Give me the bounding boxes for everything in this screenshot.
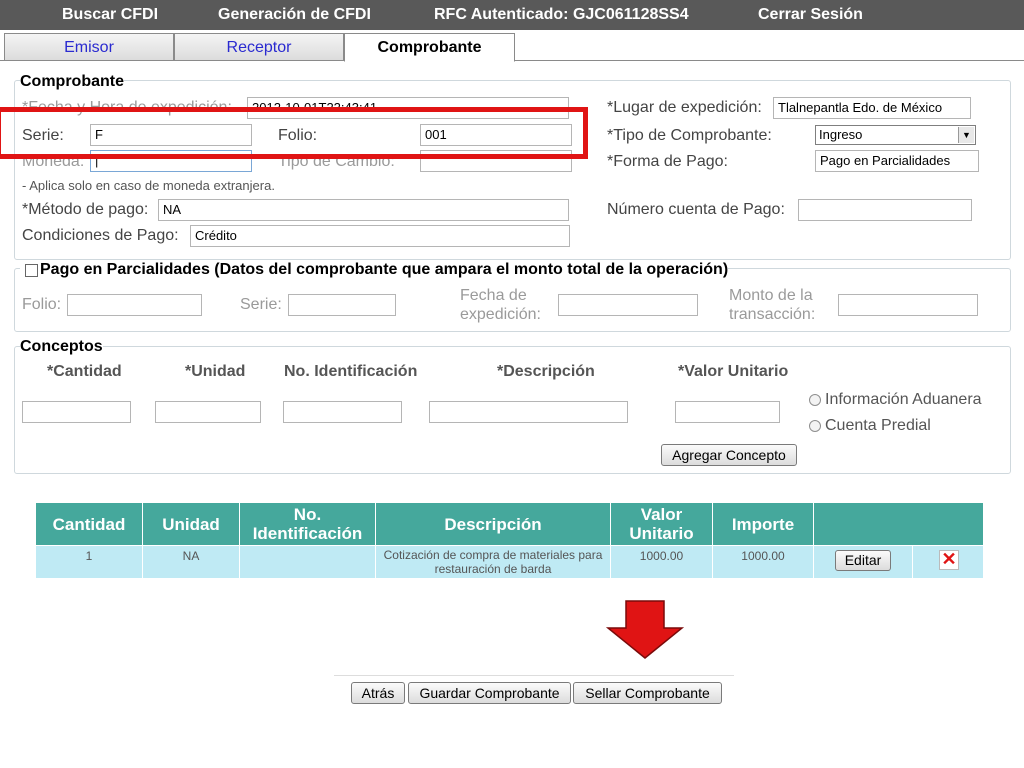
nav-cerrar-sesion[interactable]: Cerrar Sesión xyxy=(758,0,863,30)
rfc-autenticado: RFC Autenticado: GJC061128SS4 xyxy=(434,6,689,23)
th-noid-line1: No. xyxy=(293,505,322,524)
lugar-expedicion-input[interactable]: Tlalnepantla Edo. de México xyxy=(773,97,971,119)
td-delete-cell: ✕ xyxy=(913,546,983,578)
td-unidad: NA xyxy=(143,546,239,578)
atras-button[interactable]: Atrás xyxy=(351,682,405,704)
radio-informacion-aduanera[interactable] xyxy=(809,394,821,406)
th-valor-line2: Unitario xyxy=(629,524,694,543)
top-nav-bar: Buscar CFDI Generación de CFDI RFC Auten… xyxy=(0,0,1024,30)
concepto-cantidad-label: *Cantidad xyxy=(47,363,122,380)
lugar-expedicion-label: *Lugar de expedición: xyxy=(607,99,762,116)
sellar-comprobante-button[interactable]: Sellar Comprobante xyxy=(573,682,722,704)
chevron-down-icon[interactable]: ▼ xyxy=(958,127,974,143)
td-editar-cell: Editar xyxy=(814,546,912,578)
concepto-valor-input[interactable] xyxy=(675,401,780,423)
cuenta-predial-label: Cuenta Predial xyxy=(825,417,931,434)
th-importe: Importe xyxy=(713,503,813,545)
comprobante-legend: Comprobante xyxy=(20,73,124,91)
highlight-box xyxy=(0,107,588,159)
condiciones-pago-input[interactable]: Crédito xyxy=(190,225,570,247)
arrow-down-icon xyxy=(605,600,685,659)
td-descripcion: Cotización de compra de materiales para … xyxy=(376,546,610,578)
parc-folio-label: Folio: xyxy=(22,296,62,313)
tipo-comprobante-select[interactable]: Ingreso ▼ xyxy=(815,125,976,145)
tipo-comprobante-label: *Tipo de Comprobante: xyxy=(607,127,772,144)
concepto-unidad-input[interactable] xyxy=(155,401,261,423)
parc-monto-label: Monto de la xyxy=(729,287,813,304)
moneda-note: - Aplica solo en caso de moneda extranje… xyxy=(22,178,275,193)
parcialidades-checkbox[interactable] xyxy=(25,264,38,277)
td-cantidad: 1 xyxy=(36,546,142,578)
metodo-pago-input[interactable]: NA xyxy=(158,199,569,221)
parc-serie-label: Serie: xyxy=(240,296,282,313)
parc-monto-input[interactable] xyxy=(838,294,978,316)
concepto-unidad-label: *Unidad xyxy=(185,363,246,380)
editar-button[interactable]: Editar xyxy=(835,550,891,571)
actions-divider xyxy=(334,675,734,676)
delete-icon[interactable]: ✕ xyxy=(939,550,959,570)
parcialidades-legend-wrap: Pago en Parcialidades (Datos del comprob… xyxy=(20,261,729,279)
forma-pago-input[interactable]: Pago en Parcialidades xyxy=(815,150,979,172)
parc-fecha-label-2: expedición: xyxy=(460,306,541,323)
tab-receptor[interactable]: Receptor xyxy=(174,33,344,61)
th-noid-line2: Identificación xyxy=(252,524,363,543)
th-noid: No. Identificación xyxy=(240,503,375,545)
conceptos-legend: Conceptos xyxy=(20,338,103,356)
td-noid xyxy=(240,546,375,578)
forma-pago-label: *Forma de Pago: xyxy=(607,153,728,170)
concepto-noid-input[interactable] xyxy=(283,401,402,423)
concepto-cantidad-input[interactable] xyxy=(22,401,131,423)
th-cantidad: Cantidad xyxy=(36,503,142,545)
cuenta-pago-label: Número cuenta de Pago: xyxy=(607,201,785,218)
agregar-concepto-button[interactable]: Agregar Concepto xyxy=(661,444,797,466)
td-valor-unitario: 1000.00 xyxy=(611,546,712,578)
tipo-comprobante-value: Ingreso xyxy=(819,127,863,142)
concepto-valor-label: *Valor Unitario xyxy=(678,363,789,380)
parc-folio-input[interactable] xyxy=(67,294,202,316)
radio-cuenta-predial[interactable] xyxy=(809,420,821,432)
parc-monto-label-2: transacción: xyxy=(729,306,816,323)
th-unidad: Unidad xyxy=(143,503,239,545)
th-descripcion: Descripción xyxy=(376,503,610,545)
parc-serie-input[interactable] xyxy=(288,294,396,316)
guardar-comprobante-button[interactable]: Guardar Comprobante xyxy=(408,682,571,704)
cuenta-pago-input[interactable] xyxy=(798,199,972,221)
condiciones-pago-label: Condiciones de Pago: xyxy=(22,227,179,244)
informacion-aduanera-label: Información Aduanera xyxy=(825,391,982,408)
th-valor-line1: Valor xyxy=(640,505,683,524)
th-valor-unitario: Valor Unitario xyxy=(611,503,712,545)
parc-fecha-label: Fecha de xyxy=(460,287,527,304)
concepto-descripcion-label: *Descripción xyxy=(497,363,595,380)
td-importe: 1000.00 xyxy=(713,546,813,578)
nav-buscar-cfdi[interactable]: Buscar CFDI xyxy=(62,0,158,30)
tab-emisor[interactable]: Emisor xyxy=(4,33,174,61)
th-actions xyxy=(814,503,983,545)
parc-fecha-input[interactable] xyxy=(558,294,698,316)
concepto-noid-label: No. Identificación xyxy=(284,363,418,380)
concepto-descripcion-input[interactable] xyxy=(429,401,628,423)
tab-comprobante[interactable]: Comprobante xyxy=(344,33,515,62)
nav-generacion-cfdi[interactable]: Generación de CFDI xyxy=(218,0,371,30)
parcialidades-legend: Pago en Parcialidades (Datos del comprob… xyxy=(40,261,729,278)
metodo-pago-label: *Método de pago: xyxy=(22,201,149,218)
